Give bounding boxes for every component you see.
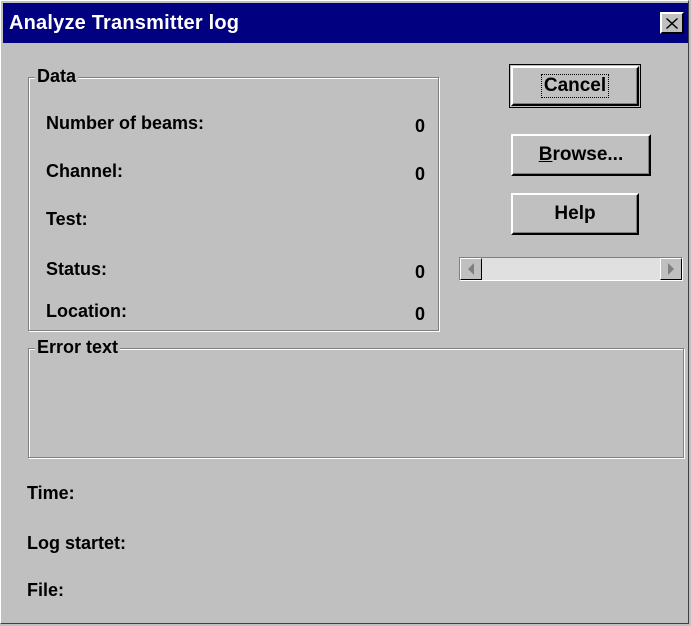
channel-label: Channel: <box>46 161 124 181</box>
cancel-button[interactable]: Cancel <box>509 64 641 108</box>
help-button[interactable]: Help <box>511 193 639 235</box>
scroll-left-arrow-icon <box>468 263 474 275</box>
close-button[interactable] <box>660 12 684 34</box>
error-text-groupbox: Error text <box>28 337 684 458</box>
scroll-left-button[interactable] <box>460 258 482 280</box>
status-value: 0 <box>414 262 425 282</box>
scroll-right-button[interactable] <box>660 258 682 280</box>
time-label: Time: <box>27 483 75 503</box>
data-group-legend: Data <box>35 66 79 86</box>
scroll-track[interactable] <box>482 258 660 280</box>
channel-value: 0 <box>414 164 425 184</box>
file-label: File: <box>27 580 65 600</box>
location-label: Location: <box>46 301 127 321</box>
dialog-window: Analyze Transmitter log Data Number of b… <box>0 0 689 624</box>
cancel-button-label: Cancel <box>540 74 610 98</box>
scroll-right-arrow-icon <box>668 263 674 275</box>
browse-button-label: Browse... <box>538 144 624 165</box>
number-of-beams-value: 0 <box>414 116 425 136</box>
data-groupbox: Data Number of beams: 0 Channel: 0 Test:… <box>28 66 439 331</box>
location-value: 0 <box>414 304 425 324</box>
error-text-legend: Error text <box>35 337 121 357</box>
log-started-label: Log startet: <box>27 533 126 553</box>
number-of-beams-label: Number of beams: <box>46 113 205 133</box>
test-label: Test: <box>46 209 88 229</box>
close-icon <box>666 17 678 29</box>
status-label: Status: <box>46 259 108 279</box>
browse-button[interactable]: Browse... <box>511 134 651 176</box>
window-title: Analyze Transmitter log <box>9 11 240 34</box>
title-bar[interactable]: Analyze Transmitter log <box>3 3 688 43</box>
help-button-label: Help <box>554 203 596 224</box>
horizontal-scrollbar[interactable] <box>459 257 683 281</box>
